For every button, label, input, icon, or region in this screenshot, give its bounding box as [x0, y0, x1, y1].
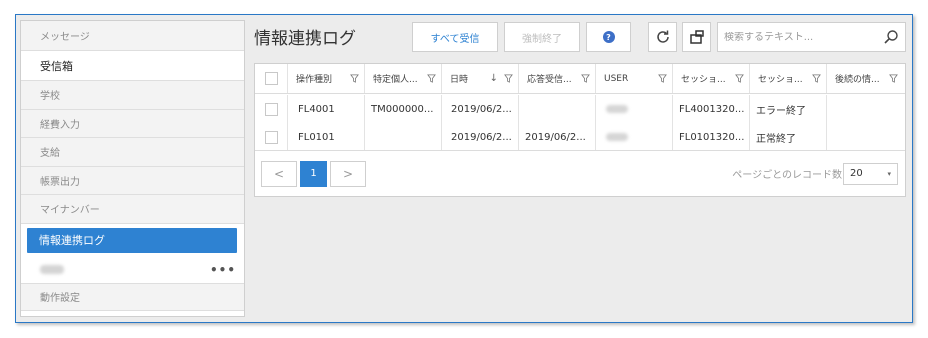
next-page-button[interactable]: > — [330, 160, 366, 187]
help-button[interactable]: ? — [586, 22, 631, 52]
column-header[interactable]: 後続の情... — [827, 64, 903, 93]
filter-icon[interactable] — [350, 74, 359, 83]
redacted-name — [40, 265, 64, 274]
table-row[interactable]: FL0101 2019/06/2... 2019/06/2... FL01013… — [255, 123, 905, 151]
sidebar-item-label: 動作設定 — [40, 293, 80, 304]
sidebar-item-label: 学校 — [40, 91, 60, 103]
table-row[interactable]: FL4001 TM000000... 2019/06/2... FL400132… — [255, 95, 905, 123]
redacted-user — [606, 133, 628, 141]
page-size-label: ページごとのレコード数 — [732, 170, 842, 181]
select-all-checkbox[interactable] — [264, 72, 278, 85]
page-title: 情報連携ログ — [254, 29, 356, 49]
table-cell: FL0101 — [288, 123, 365, 151]
sidebar-item-expense-entry[interactable]: 経費入力 — [21, 109, 244, 138]
column-header[interactable]: USER — [596, 64, 673, 93]
sidebar-item-school[interactable]: 学校 — [21, 81, 244, 110]
column-header-label: 特定個人... — [373, 75, 418, 85]
column-header[interactable]: セッショ... — [750, 64, 827, 93]
table-cell: エラー終了 — [750, 95, 827, 123]
column-header-label: セッショ... — [758, 75, 803, 85]
sidebar-item-label: 情報連携ログ — [39, 234, 105, 247]
sidebar-subitem[interactable]: ••• — [21, 256, 244, 284]
filter-icon[interactable] — [504, 74, 513, 83]
page-button-current[interactable]: 1 — [300, 160, 327, 187]
sidebar-item-label: 受信箱 — [40, 59, 73, 73]
sidebar-item-label: 支給 — [40, 148, 60, 160]
force-end-button[interactable]: 強制終了 — [504, 22, 580, 52]
table-cell: 正常終了 — [750, 123, 827, 151]
popout-button[interactable] — [682, 22, 711, 52]
row-checkbox[interactable] — [264, 130, 278, 144]
sidebar-item-integration-log[interactable]: 情報連携ログ — [27, 227, 237, 253]
row-select-cell — [255, 123, 288, 151]
table-cell — [827, 95, 903, 123]
sidebar-item-label: 帳票出力 — [40, 176, 80, 188]
sidebar-item-label: 経費入力 — [40, 119, 80, 131]
search-icon[interactable] — [883, 29, 899, 45]
table-cell: 2019/06/2... — [442, 123, 519, 151]
column-header[interactable]: 応答受信... — [519, 64, 596, 93]
search-box — [717, 22, 906, 52]
column-header-label: 操作種別 — [296, 75, 333, 85]
search-input[interactable] — [724, 31, 874, 43]
sidebar-item-inbox[interactable]: 受信箱 — [21, 51, 244, 81]
refresh-icon — [656, 30, 669, 43]
sidebar-item-my-number[interactable]: マイナンバー — [21, 195, 244, 224]
table-cell-user — [596, 123, 673, 151]
row-select-cell — [255, 95, 288, 123]
table-cell: FL0101320... — [673, 123, 750, 151]
filter-icon[interactable] — [427, 74, 436, 83]
sidebar-item-payment[interactable]: 支給 — [21, 138, 244, 167]
filter-icon[interactable] — [658, 74, 667, 83]
redacted-user — [606, 105, 628, 113]
select-all-cell — [255, 64, 288, 93]
column-header[interactable]: 特定個人... — [365, 64, 442, 93]
table-header: 操作種別 特定個人... 日時 ↓ 応答受信... USER セッショ... セ… — [255, 64, 905, 94]
column-header-label: セッショ... — [681, 75, 726, 85]
table-cell: FL4001320... — [673, 95, 750, 123]
popout-window-icon — [689, 30, 704, 44]
receive-all-label: すべて受信 — [430, 33, 480, 45]
help-icon: ? — [602, 31, 615, 43]
column-header[interactable]: 操作種別 — [288, 64, 365, 93]
table-cell — [519, 95, 596, 123]
receive-all-button[interactable]: すべて受信 — [412, 22, 498, 52]
page-size-value: 20 — [850, 168, 863, 179]
column-header-label: 日時 — [450, 75, 469, 85]
sidebar-active-wrapper: 情報連携ログ — [21, 223, 244, 257]
sidebar-item-messages[interactable]: メッセージ — [21, 21, 244, 51]
column-header[interactable]: セッショ... — [673, 64, 750, 93]
log-table: 操作種別 特定個人... 日時 ↓ 応答受信... USER セッショ... セ… — [254, 63, 906, 197]
app-window: メッセージ 受信箱 学校 経費入力 支給 帳票出力 マイナンバー 情報連携ログ … — [15, 14, 913, 323]
table-cell: 2019/06/2... — [519, 123, 596, 151]
table-cell — [827, 123, 903, 151]
table-cell: FL4001 — [288, 95, 365, 123]
table-cell-user — [596, 95, 673, 123]
chevron-down-icon: ▾ — [887, 169, 891, 178]
pagination: < 1 > ページごとのレコード数 20 ▾ — [255, 150, 905, 196]
page-size-select[interactable]: 20 ▾ — [843, 162, 898, 185]
sidebar-item-label: マイナンバー — [40, 205, 100, 217]
column-header-label: 後続の情... — [835, 75, 880, 85]
sidebar-item-operation-settings[interactable]: 動作設定 — [21, 283, 244, 311]
sidebar-item-label: メッセージ — [40, 32, 90, 43]
more-options-icon[interactable]: ••• — [210, 263, 236, 277]
row-checkbox[interactable] — [264, 102, 278, 116]
refresh-button[interactable] — [648, 22, 677, 52]
table-cell: TM000000... — [365, 95, 442, 123]
sidebar-item-forms-output[interactable]: 帳票出力 — [21, 166, 244, 195]
filter-icon[interactable] — [735, 74, 744, 83]
filter-icon[interactable] — [889, 74, 898, 83]
prev-page-button[interactable]: < — [261, 160, 297, 187]
table-cell — [365, 123, 442, 151]
filter-icon[interactable] — [812, 74, 821, 83]
column-header-label: 応答受信... — [527, 75, 572, 85]
filter-icon[interactable] — [581, 74, 590, 83]
column-header-label: USER — [604, 73, 629, 84]
force-end-label: 強制終了 — [522, 33, 562, 45]
sidebar: メッセージ 受信箱 学校 経費入力 支給 帳票出力 マイナンバー 情報連携ログ … — [20, 20, 245, 317]
sort-descending-icon[interactable]: ↓ — [490, 73, 498, 84]
table-cell: 2019/06/2... — [442, 95, 519, 123]
column-header[interactable]: 日時 ↓ — [442, 64, 519, 93]
